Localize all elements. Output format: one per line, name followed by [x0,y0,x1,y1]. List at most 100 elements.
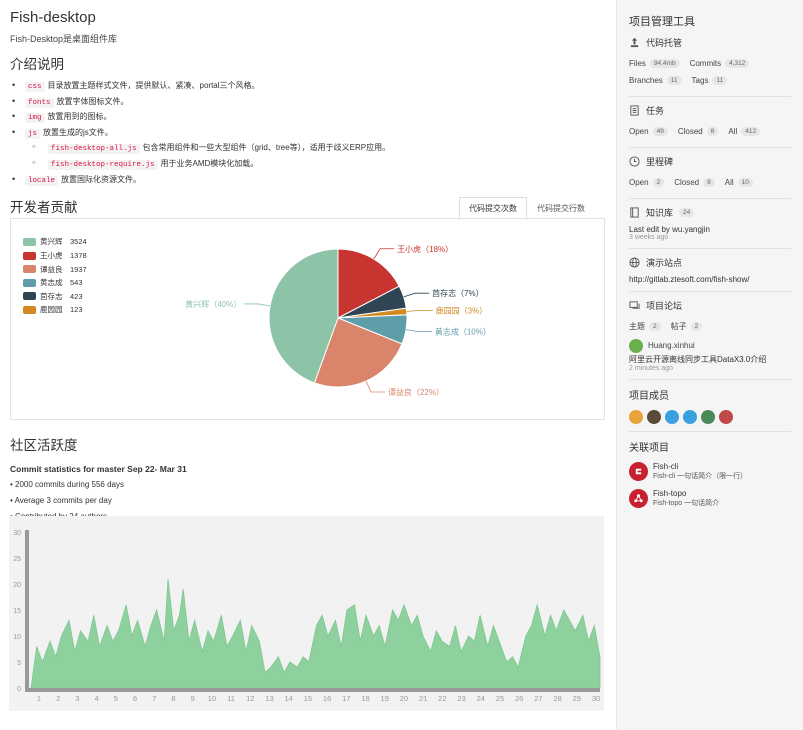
tags-label[interactable]: Tags [692,76,709,85]
milestones-closed-label[interactable]: Closed [674,178,699,187]
tasks-all-badge: 412 [741,127,761,136]
sidebar-title: 项目管理工具 [629,16,695,28]
x-tick-label: 10 [208,694,216,703]
x-tick-label: 6 [133,694,137,703]
milestones-closed-badge: 8 [703,178,715,187]
list-item: fish-desktop-all.js包含常用组件和一些大型组件（grid、tr… [10,140,605,156]
forum-icon [629,301,640,309]
wiki-count-badge: 24 [679,208,695,217]
x-tick-label: 25 [496,694,504,703]
x-tick-label: 4 [95,694,99,703]
related-project-name[interactable]: Fish-topo [653,489,719,498]
pie-chart-panel: 黄兴辉 3524 王小虎 1378 谭益良 1937 黄志成 543 茴存志 423 鹿园园 123 … [10,218,605,421]
pie-slice-label: 黄志成（10%） [435,327,491,337]
tab-commit-lines[interactable]: 代码提交行数 [527,197,595,220]
task-list-icon [630,105,639,116]
branches-label[interactable]: Branches [629,76,663,85]
milestones-all-label[interactable]: All [725,178,734,187]
pie-leader-line [403,292,430,298]
avatar[interactable] [719,410,733,424]
x-tick-label: 2 [56,694,60,703]
topics-label[interactable]: 主题 [629,321,645,332]
x-tick-label: 13 [265,694,273,703]
code-tag: img [25,113,45,124]
posts-label[interactable]: 帖子 [671,321,687,332]
x-tick-label: 20 [400,694,408,703]
avatar[interactable] [647,410,661,424]
tasks-heading: 任务 [646,106,665,116]
x-tick-label: 21 [419,694,427,703]
demo-section: 演示站点 http://gitlab.ztesoft.com/fish-show… [629,249,791,292]
y-tick-label: 25 [13,556,21,563]
globe-icon [629,257,640,268]
activity-area-chart: 0510152025301 2 3 4 5 6 7 8 9 10 11 12 13 14 15 16 17 18 1… [13,530,601,703]
y-tick-label: 10 [13,634,21,641]
list-item: fish-desktop-require.js用于业务AMD模块化加载。 [10,156,605,172]
files-label[interactable]: Files [629,59,646,68]
x-tick-label: 7 [152,694,156,703]
related-project[interactable]: Fish-topo Fish-topo 一句话简介 [629,489,791,508]
forum-heading: 项目论坛 [646,301,683,311]
clock-icon [629,156,640,167]
x-tick-label: 16 [323,694,331,703]
milestones-heading: 里程碑 [646,157,674,167]
tags-badge: 11 [712,76,728,85]
pie-slice-label: 茴存志（7%） [432,288,484,298]
x-tick-label: 12 [246,694,254,703]
topics-badge: 2 [649,322,661,331]
tasks-closed-label[interactable]: Closed [678,127,703,136]
related-project-name[interactable]: Fish-cli [653,462,747,471]
tasks-open-badge: 49 [652,127,668,136]
milestones-open-label[interactable]: Open [629,178,649,187]
members-section: 项目成员 [629,380,791,432]
x-tick-label: 17 [342,694,350,703]
x-tick-label: 27 [534,694,542,703]
commits-label[interactable]: Commits [690,59,722,68]
avatar[interactable] [701,410,715,424]
related-section: 关联项目 Fish-cli Fish-cli 一句话简介（限一行） Fish-t… [629,432,791,515]
pie-leader-line [373,248,395,260]
forum-post-title[interactable]: 阿里云开源离线同步工具DataX3.0介绍 [629,354,791,365]
tab-commit-count[interactable]: 代码提交次数 [459,197,527,221]
y-tick-label: 20 [13,582,21,589]
tasks-all-label[interactable]: All [728,127,737,136]
related-project[interactable]: Fish-cli Fish-cli 一句话简介（限一行） [629,462,791,481]
repo-title: Fish-desktop [10,9,96,26]
y-tick-label: 5 [17,660,21,667]
fish-topo-logo-icon [629,489,648,508]
list-item: css目录放置主题样式文件，提供默认、紧凑、portal三个风格。 [10,78,605,94]
milestones-all-badge: 10 [737,178,753,187]
x-tick-label: 8 [171,694,175,703]
x-tick-label: 22 [438,694,446,703]
related-heading: 关联项目 [629,443,669,454]
chart-tabs: 代码提交次数 代码提交行数 [459,197,595,221]
x-tick-label: 14 [285,694,293,703]
wiki-heading[interactable]: 知识库 [646,206,673,219]
x-tick-label: 15 [304,694,312,703]
list-item: img放置用到的图标。 [10,109,605,125]
forum-author[interactable]: Huang.xinhui [648,341,695,350]
milestones-open-badge: 2 [652,178,665,187]
wiki-last-edit: Last edit by wu.yangjin [629,225,710,234]
x-tick-label: 29 [573,694,581,703]
pie-slice-label: 鹿园园（3%） [436,305,488,315]
pie-slice-label: 王小虎（18%） [397,244,453,254]
wiki-time: 3 weeks ago [629,234,669,241]
tasks-closed-badge: 8 [706,127,719,136]
milestones-section: 里程碑 Open 2 Closed 8 All 10 [629,148,791,199]
wiki-section: 知识库 24 Last edit by wu.yangjin 3 weeks a… [629,199,791,249]
intro-heading: 介绍说明 [10,57,64,72]
hosting-heading: 代码托管 [646,38,683,48]
repo-description: Fish-Desktop是桌面组件库 [10,34,118,44]
avatar[interactable] [629,410,643,424]
tasks-section: 任务 Open 49 Closed 8 All 412 [629,97,791,148]
avatar[interactable] [683,410,697,424]
avatar[interactable] [665,410,679,424]
related-project-desc: Fish-topo 一句话简介 [653,500,720,507]
list-item: • Average 3 commits per day [10,496,112,506]
demo-url-link[interactable]: http://gitlab.ztesoft.com/fish-show/ [629,275,791,284]
list-item: • 2000 commits during 556 days [10,480,124,490]
tasks-open-label[interactable]: Open [629,127,649,136]
y-tick-label: 0 [17,686,21,693]
hosting-section: 代码托管 Files 94.4mb Commits 4,312 Branches 11… [629,29,791,97]
